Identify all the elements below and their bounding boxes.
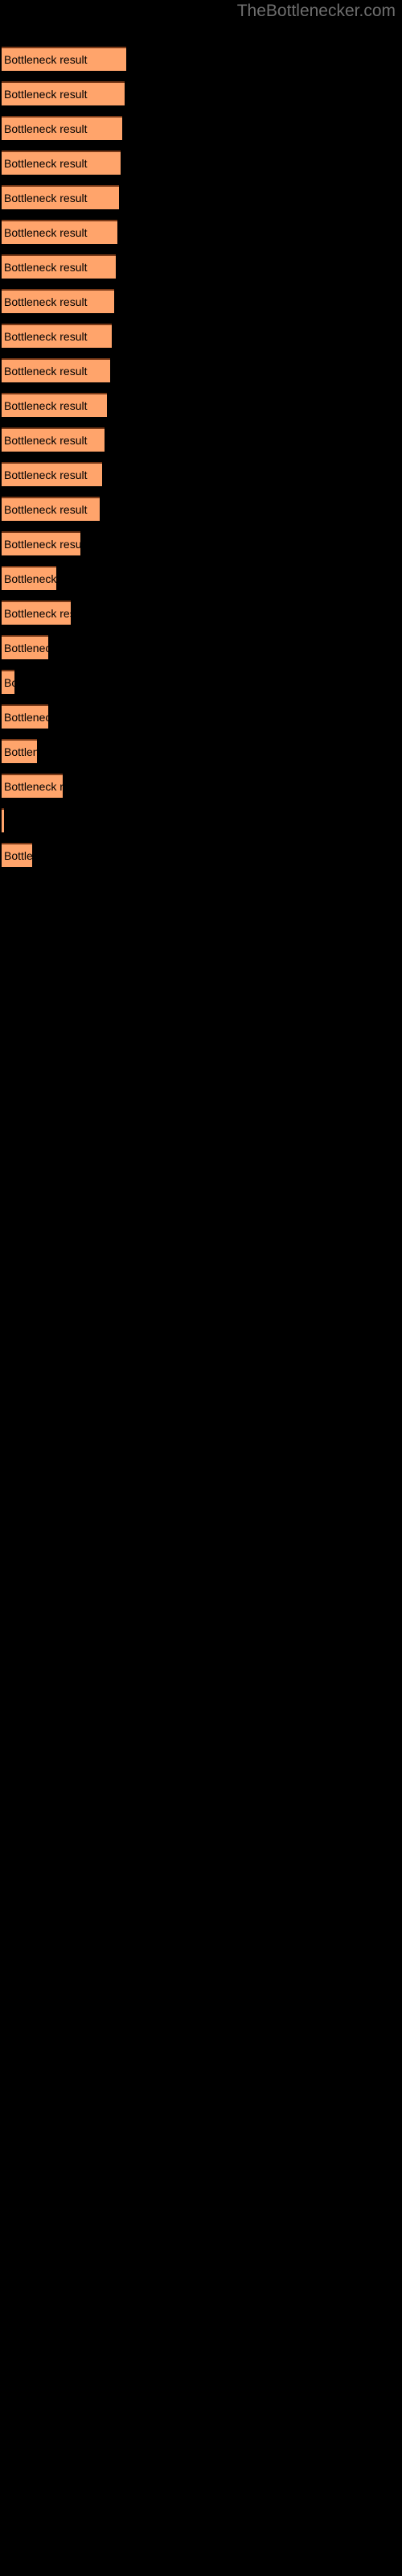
bar-label: Bottleneck result xyxy=(4,780,63,793)
bar[interactable]: Bottleneck result xyxy=(2,151,121,175)
bar[interactable]: Bottleneck result xyxy=(2,289,114,313)
bar[interactable]: Bottleneck result xyxy=(2,531,80,555)
bar-label: Bottleneck result xyxy=(4,538,80,551)
bar[interactable]: Bottleneck result xyxy=(2,808,4,832)
bar[interactable]: Bottleneck result xyxy=(2,47,126,71)
bar[interactable]: Bottleneck result xyxy=(2,185,119,209)
bar[interactable]: Bottleneck result xyxy=(2,843,32,867)
bar-label: Bottleneck result xyxy=(4,711,48,724)
bar-label: Bottleneck result xyxy=(4,503,88,516)
bar-label: Bottleneck result xyxy=(4,642,48,654)
bar-label: Bottleneck result xyxy=(4,572,56,585)
bar[interactable]: Bottleneck result xyxy=(2,704,48,729)
bar-label: Bottleneck result xyxy=(4,295,88,308)
bar-label: Bottleneck result xyxy=(4,261,88,274)
bar[interactable]: Bottleneck result xyxy=(2,81,125,105)
bar[interactable]: Bottleneck result xyxy=(2,739,37,763)
bar[interactable]: Bottleneck result xyxy=(2,254,116,279)
bar-label: Bottleneck result xyxy=(4,399,88,412)
bar-label: Bottleneck result xyxy=(4,676,14,689)
bar[interactable]: Bottleneck result xyxy=(2,601,71,625)
bar[interactable]: Bottleneck result xyxy=(2,116,122,140)
bar-label: Bottleneck result xyxy=(4,226,88,239)
bar[interactable]: Bottleneck result xyxy=(2,324,112,348)
bar[interactable]: Bottleneck result xyxy=(2,670,14,694)
bar-label: Bottleneck result xyxy=(4,157,88,170)
bar-label: Bottleneck result xyxy=(4,53,88,66)
bar[interactable]: Bottleneck result xyxy=(2,462,102,486)
bar-label: Bottleneck result xyxy=(4,365,88,378)
bar[interactable]: Bottleneck result xyxy=(2,393,107,417)
bar[interactable]: Bottleneck result xyxy=(2,427,105,452)
bar-label: Bottleneck result xyxy=(4,434,88,447)
bar[interactable]: Bottleneck result xyxy=(2,220,117,244)
bar-label: Bottleneck result xyxy=(4,745,37,758)
bar-label: Bottleneck result xyxy=(4,192,88,204)
bar-label: Bottleneck result xyxy=(4,607,71,620)
bar[interactable]: Bottleneck result xyxy=(2,497,100,521)
bar-label: Bottleneck result xyxy=(4,330,88,343)
bar-label: Bottleneck result xyxy=(4,469,88,481)
bar[interactable]: Bottleneck result xyxy=(2,774,63,798)
bar[interactable]: Bottleneck result xyxy=(2,566,56,590)
bar-label: Bottleneck result xyxy=(4,88,88,101)
bar[interactable]: Bottleneck result xyxy=(2,358,110,382)
bar-label: Bottleneck result xyxy=(4,122,88,135)
bottleneck-bar-chart: Bottleneck result Bottleneck result Bottle… xyxy=(0,0,402,2576)
bar[interactable]: Bottleneck result xyxy=(2,635,48,659)
bar-label: Bottleneck result xyxy=(4,849,32,862)
